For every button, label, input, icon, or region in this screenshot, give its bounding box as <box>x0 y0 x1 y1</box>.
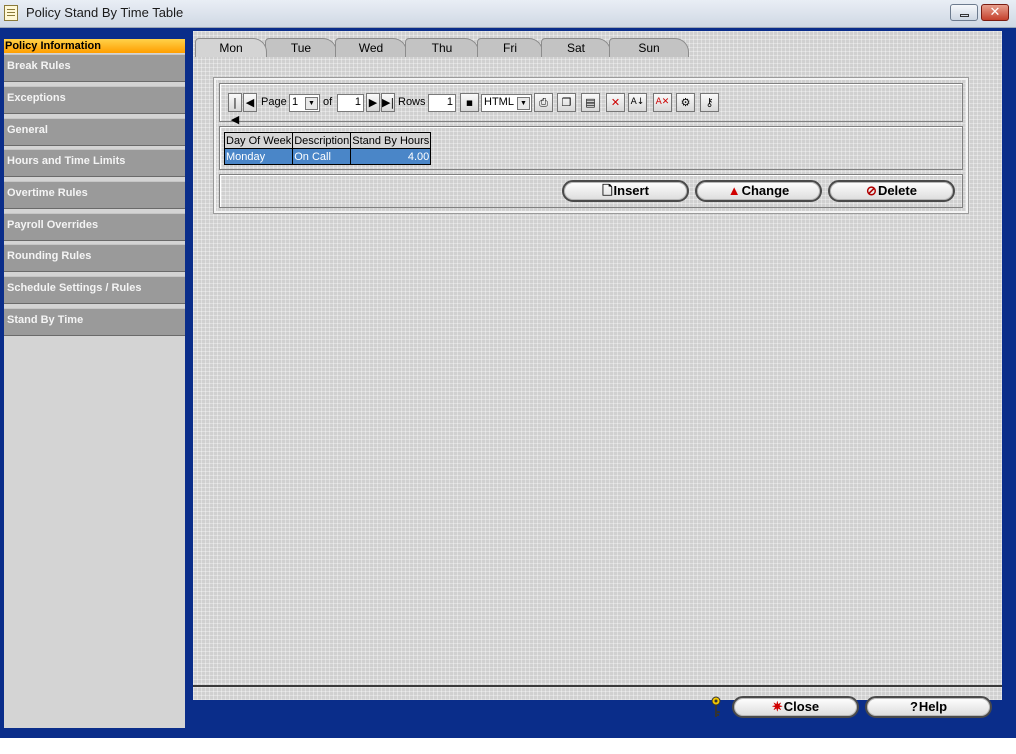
delete-button[interactable]: ⊘Delete <box>828 180 955 202</box>
sidebar-item-general[interactable]: General <box>4 118 185 146</box>
tab-tue[interactable]: Tue <box>265 38 337 57</box>
sidebar-item-exceptions[interactable]: Exceptions <box>4 86 185 114</box>
settings-gear-icon[interactable]: ⚙ <box>676 93 695 112</box>
page-select[interactable]: 1 ▼ <box>289 94 320 112</box>
tab-fri[interactable]: Fri <box>477 38 543 57</box>
sidebar-item-policy-information[interactable]: Policy Information <box>4 39 185 53</box>
print-icon[interactable]: ⎙ <box>534 93 553 112</box>
format-select-value: HTML <box>484 96 514 108</box>
rows-input[interactable]: 1 <box>428 94 456 112</box>
last-page-icon[interactable]: ▶| <box>381 93 395 112</box>
sidebar: Policy Information Break Rules Exception… <box>4 39 185 728</box>
format-select[interactable]: HTML ▼ <box>481 94 532 112</box>
chevron-down-icon: ▼ <box>305 97 318 110</box>
document-icon <box>4 5 18 21</box>
close-button[interactable]: ✷Close <box>732 696 859 718</box>
page-select-value: 1 <box>292 96 299 108</box>
stand-by-time-grid: Day Of Week Description Stand By Hours M… <box>223 132 432 165</box>
tab-thu[interactable]: Thu <box>405 38 479 57</box>
close-button-label: Close <box>783 699 820 714</box>
window-close-button[interactable]: ✕ <box>981 4 1009 21</box>
minimize-icon <box>960 14 969 17</box>
sort-icon[interactable]: A↓ <box>628 93 647 112</box>
sidebar-item-break-rules[interactable]: Break Rules <box>4 54 185 82</box>
column-header-description[interactable]: Description <box>292 132 352 149</box>
save-icon[interactable]: ▪ <box>460 93 479 112</box>
sidebar-item-hours-and-time-limits[interactable]: Hours and Time Limits <box>4 149 185 177</box>
page-label: Page <box>261 96 287 108</box>
star-burst-icon: ✷ <box>771 699 783 714</box>
help-button[interactable]: ?Help <box>865 696 992 718</box>
column-header-day-of-week[interactable]: Day Of Week <box>223 132 294 149</box>
clear-filter-icon[interactable]: ✕ <box>606 93 625 112</box>
properties-icon[interactable]: ▤ <box>581 93 600 112</box>
cell-description[interactable]: On Call <box>292 148 352 165</box>
key-icon <box>711 696 721 717</box>
prev-page-icon[interactable]: ◀ <box>243 93 257 112</box>
remove-sort-icon[interactable]: A✕ <box>653 93 672 112</box>
sidebar-item-payroll-overrides[interactable]: Payroll Overrides <box>4 213 185 241</box>
chevron-down-icon: ▼ <box>517 97 530 110</box>
window-title: Policy Stand By Time Table <box>26 5 184 20</box>
no-entry-icon: ⊘ <box>866 183 877 198</box>
question-icon: ? <box>909 699 918 714</box>
delete-button-label: Delete <box>877 183 917 198</box>
tab-mon[interactable]: Mon <box>195 38 267 57</box>
next-page-icon[interactable]: ▶ <box>366 93 380 112</box>
sidebar-item-overtime-rules[interactable]: Overtime Rules <box>4 181 185 209</box>
table-row[interactable]: Monday On Call 4.00 <box>223 148 432 165</box>
help-button-label: Help <box>918 699 948 714</box>
new-document-icon: 🗋 <box>602 183 613 198</box>
key-tool-icon[interactable]: ⚷ <box>700 93 719 112</box>
grid-header-row: Day Of Week Description Stand By Hours <box>223 132 432 149</box>
minimize-button[interactable] <box>950 4 978 21</box>
tab-sat[interactable]: Sat <box>541 38 611 57</box>
tab-sun[interactable]: Sun <box>609 38 689 57</box>
change-button[interactable]: ▲Change <box>695 180 822 202</box>
sidebar-item-stand-by-time[interactable]: Stand By Time <box>4 308 185 336</box>
application-window: Policy Stand By Time Table ✕ Policy Info… <box>0 0 1016 754</box>
of-label: of <box>323 96 333 108</box>
rows-label: Rows <box>398 96 426 108</box>
cell-day-of-week[interactable]: Monday <box>223 148 294 165</box>
title-bar: Policy Stand By Time Table ✕ <box>0 0 1016 28</box>
copy-icon[interactable]: ❐ <box>557 93 576 112</box>
sidebar-item-rounding-rules[interactable]: Rounding Rules <box>4 244 185 272</box>
insert-button[interactable]: 🗋Insert <box>562 180 689 202</box>
column-header-stand-by-hours[interactable]: Stand By Hours <box>350 132 432 149</box>
insert-button-label: Insert <box>613 183 649 198</box>
triangle-up-icon: ▲ <box>727 183 741 198</box>
footer-divider <box>193 685 1002 687</box>
cell-stand-by-hours[interactable]: 4.00 <box>350 148 432 165</box>
sidebar-item-schedule-settings[interactable]: Schedule Settings / Rules <box>4 276 185 304</box>
change-button-label: Change <box>741 183 790 198</box>
tab-wed[interactable]: Wed <box>335 38 407 57</box>
first-page-icon[interactable]: |◀ <box>228 93 242 126</box>
total-pages-field: 1 <box>337 94 364 112</box>
